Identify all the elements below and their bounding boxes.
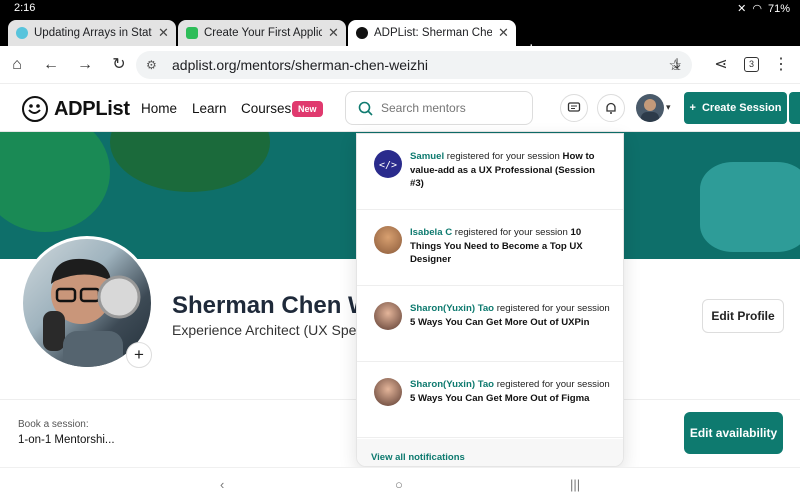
nav-home[interactable]: Home [141,101,177,116]
tab-strip: Updating Arrays in State ✕ Create Your F… [0,18,800,58]
notification-user[interactable]: Sharon(Yuxin) Tao [410,303,494,314]
react-icon [16,27,28,39]
url-text: adplist.org/mentors/sherman-chen-weizhi [172,57,428,73]
notification-user[interactable]: Samuel [410,151,444,162]
session-type-select[interactable]: 1-on-1 Mentorshi... [18,434,115,446]
notification-user[interactable]: Isabela C [410,227,452,238]
back-icon[interactable]: ← [42,56,60,74]
user-avatar [374,378,402,406]
adplist-icon [356,27,368,39]
mentor-name: Sherman Chen W [172,292,362,319]
system-back-icon[interactable]: ‹ [220,477,224,492]
chevron-down-icon[interactable]: ▾ [666,102,671,113]
mute-icon: ✕ [737,3,747,15]
notification-action: registered for your session [494,303,610,314]
tab-app-icon [186,27,198,39]
notification-item[interactable]: Sharon(Yuxin) Tao registered for your se… [357,362,623,438]
notification-session[interactable]: 5 Ways You Can Get More Out of UXPin [410,317,589,328]
notification-session[interactable]: 5 Ways You Can Get More Out of Figma [410,393,589,404]
download-icon[interactable]: ⤓ [668,56,686,74]
tab-updating-arrays[interactable]: Updating Arrays in State ✕ [8,20,176,46]
banner-shape [0,132,110,232]
address-bar: ⌂ ← → ↻ ⚙ adplist.org/mentors/sherman-ch… [0,46,800,84]
chat-icon [567,102,581,112]
search-input[interactable] [381,101,521,115]
view-all-notifications-link[interactable]: View all notifications [357,439,623,466]
home-icon[interactable]: ⌂ [8,56,26,74]
status-time: 2:16 [14,2,36,14]
banner-shape [110,132,270,192]
plus-icon: + [689,102,696,114]
notifications-button[interactable] [597,94,625,122]
tab-count[interactable]: 3 [744,57,759,72]
notification-item[interactable]: Isabela C registered for your session 10… [357,210,623,286]
edit-profile-button[interactable]: Edit Profile [702,299,784,333]
mentor-title: Experience Architect (UX Spec [172,322,362,338]
notifications-dropdown: </> Samuel registered for your session H… [356,133,624,467]
book-session-label: Book a session: [18,419,89,430]
notification-action: registered for your session [452,227,571,238]
forward-icon[interactable]: → [76,56,94,74]
close-tab-icon[interactable]: ✕ [328,25,339,41]
smiley-logo-icon [22,96,48,122]
status-bar: 2:16 ✕ ◠ 71% [0,0,800,18]
edit-availability-button[interactable]: Edit availability [684,412,783,454]
notification-user[interactable]: Sharon(Yuxin) Tao [410,379,494,390]
close-tab-icon[interactable]: ✕ [158,25,169,41]
notification-item[interactable]: Sharon(Yuxin) Tao registered for your se… [357,286,623,362]
site-header: ADPList Home Learn Courses New ▾ + Creat… [0,84,800,132]
battery-level: 71% [767,2,790,15]
user-avatar [374,302,402,330]
search-icon [358,101,373,116]
more-menu-icon[interactable]: ⋮ [772,56,790,74]
tab-adplist[interactable]: ADPList: Sherman Chen ✕ [348,20,516,46]
tab-title: ADPList: Sherman Chen [374,27,492,39]
notification-action: registered for your session [494,379,610,390]
bell-icon [606,102,616,114]
close-tab-icon[interactable]: ✕ [498,25,509,41]
site-settings-icon[interactable]: ⚙ [146,58,164,72]
tab-title: Updating Arrays in State [34,27,152,39]
new-badge: New [292,101,323,117]
user-avatar[interactable] [636,94,664,122]
url-field[interactable]: ⚙ adplist.org/mentors/sherman-chen-weizh… [136,51,692,79]
search-box[interactable] [345,91,533,125]
logo-text: ADPList [54,97,130,120]
code-avatar-icon: </> [374,150,402,178]
nav-learn[interactable]: Learn [192,101,227,116]
system-nav-bar: ‹ ○ ||| [0,467,800,500]
wifi-icon: ◠ [752,3,762,15]
user-avatar [374,226,402,254]
create-session-dropdown[interactable] [789,92,800,124]
notification-action: registered for your session [444,151,563,162]
tab-create-application[interactable]: Create Your First Applica ✕ [178,20,346,46]
system-home-icon[interactable]: ○ [395,477,403,492]
svg-text:</>: </> [379,160,397,171]
add-photo-button[interactable]: + [126,342,152,368]
recent-apps-icon[interactable]: ||| [570,477,580,492]
create-session-label: Create Session [701,102,782,114]
create-session-button[interactable]: + Create Session [684,92,787,124]
adplist-logo[interactable]: ADPList [22,96,130,122]
nav-courses[interactable]: Courses [241,101,291,116]
tab-title: Create Your First Applica [204,27,322,39]
share-icon[interactable]: ⋖ [712,56,730,74]
reload-icon[interactable]: ↻ [110,56,128,74]
messages-button[interactable] [560,94,588,122]
notification-item[interactable]: </> Samuel registered for your session H… [357,134,623,210]
banner-shape [700,162,800,252]
